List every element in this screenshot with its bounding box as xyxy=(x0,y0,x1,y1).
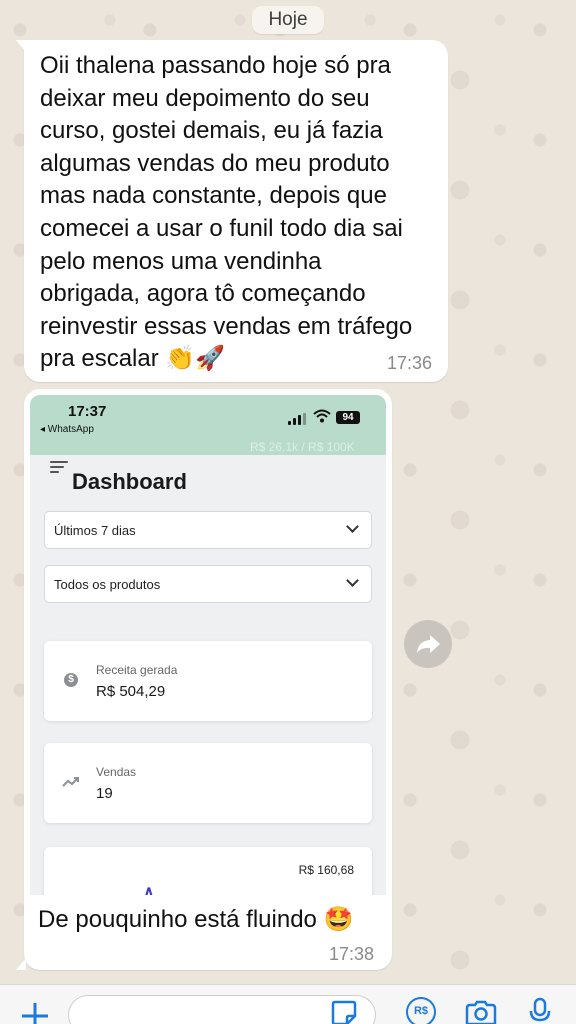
card-label: Receita gerada xyxy=(96,663,178,677)
message-timestamp: 17:38 xyxy=(329,944,375,964)
caption-text: De pouquinho está fluindo xyxy=(38,906,317,933)
battery-icon: 94 xyxy=(336,411,360,424)
plus-icon[interactable] xyxy=(20,1001,50,1024)
card-value: R$ 504,29 xyxy=(96,683,166,700)
attached-screenshot-image[interactable]: 17:37 ◂ WhatsApp 94 R$ 26,1k / R$ 100K D… xyxy=(30,395,386,895)
message-timestamp: 17:36 xyxy=(386,353,432,373)
bubble-tail xyxy=(16,958,26,970)
dashboard-title: Dashboard xyxy=(72,469,187,494)
forward-button[interactable] xyxy=(404,620,452,668)
partial-card: R$ 160,68 xyxy=(44,847,372,895)
menu-icon xyxy=(50,461,68,473)
message-bubble-incoming[interactable]: Oii thalena passando hoje só pra deixar … xyxy=(16,40,448,382)
period-select: Últimos 7 dias xyxy=(44,511,372,549)
card-value: R$ 160,68 xyxy=(298,863,354,877)
signal-icon xyxy=(288,413,308,425)
message-text: Oii thalena passando hoje só pra deixar … xyxy=(40,50,440,376)
chevron-down-icon xyxy=(346,574,359,587)
caption-emoji: 🤩 xyxy=(323,906,354,933)
dollar-icon: $ xyxy=(64,673,78,687)
message-body: Oii thalena passando hoje só pra deixar … xyxy=(40,52,413,373)
bubble-tail xyxy=(16,40,26,52)
back-to-whatsapp-link: ◂ WhatsApp xyxy=(40,424,94,435)
revenue-card: $ Receita gerada R$ 504,29 xyxy=(44,641,372,721)
microphone-icon[interactable] xyxy=(528,997,552,1024)
goal-progress-text: R$ 26,1k / R$ 100K xyxy=(250,440,355,454)
sticker-icon[interactable] xyxy=(330,999,358,1024)
camera-icon[interactable] xyxy=(464,999,498,1024)
product-select: Todos os produtos xyxy=(44,565,372,603)
forward-icon xyxy=(417,635,440,653)
message-input-bar: R$ xyxy=(0,984,576,1024)
caret-up-icon: ∧ xyxy=(143,884,155,895)
date-separator: Hoje xyxy=(252,6,324,34)
wifi-icon xyxy=(313,409,331,426)
select-value: Últimos 7 dias xyxy=(54,523,136,538)
select-value: Todos os produtos xyxy=(54,577,161,592)
sales-card: Vendas 19 xyxy=(44,743,372,823)
card-label: Vendas xyxy=(96,765,137,779)
card-value: 19 xyxy=(96,785,113,802)
message-emojis: 👏🚀 xyxy=(165,345,226,373)
phone-status-bar: 17:37 ◂ WhatsApp 94 R$ 26,1k / R$ 100K xyxy=(30,395,386,455)
pix-icon[interactable]: R$ xyxy=(406,997,436,1024)
image-caption: De pouquinho está fluindo 🤩 xyxy=(38,905,353,934)
status-time: 17:37 xyxy=(68,403,107,420)
trend-up-icon xyxy=(62,777,79,787)
chevron-down-icon xyxy=(346,520,359,533)
